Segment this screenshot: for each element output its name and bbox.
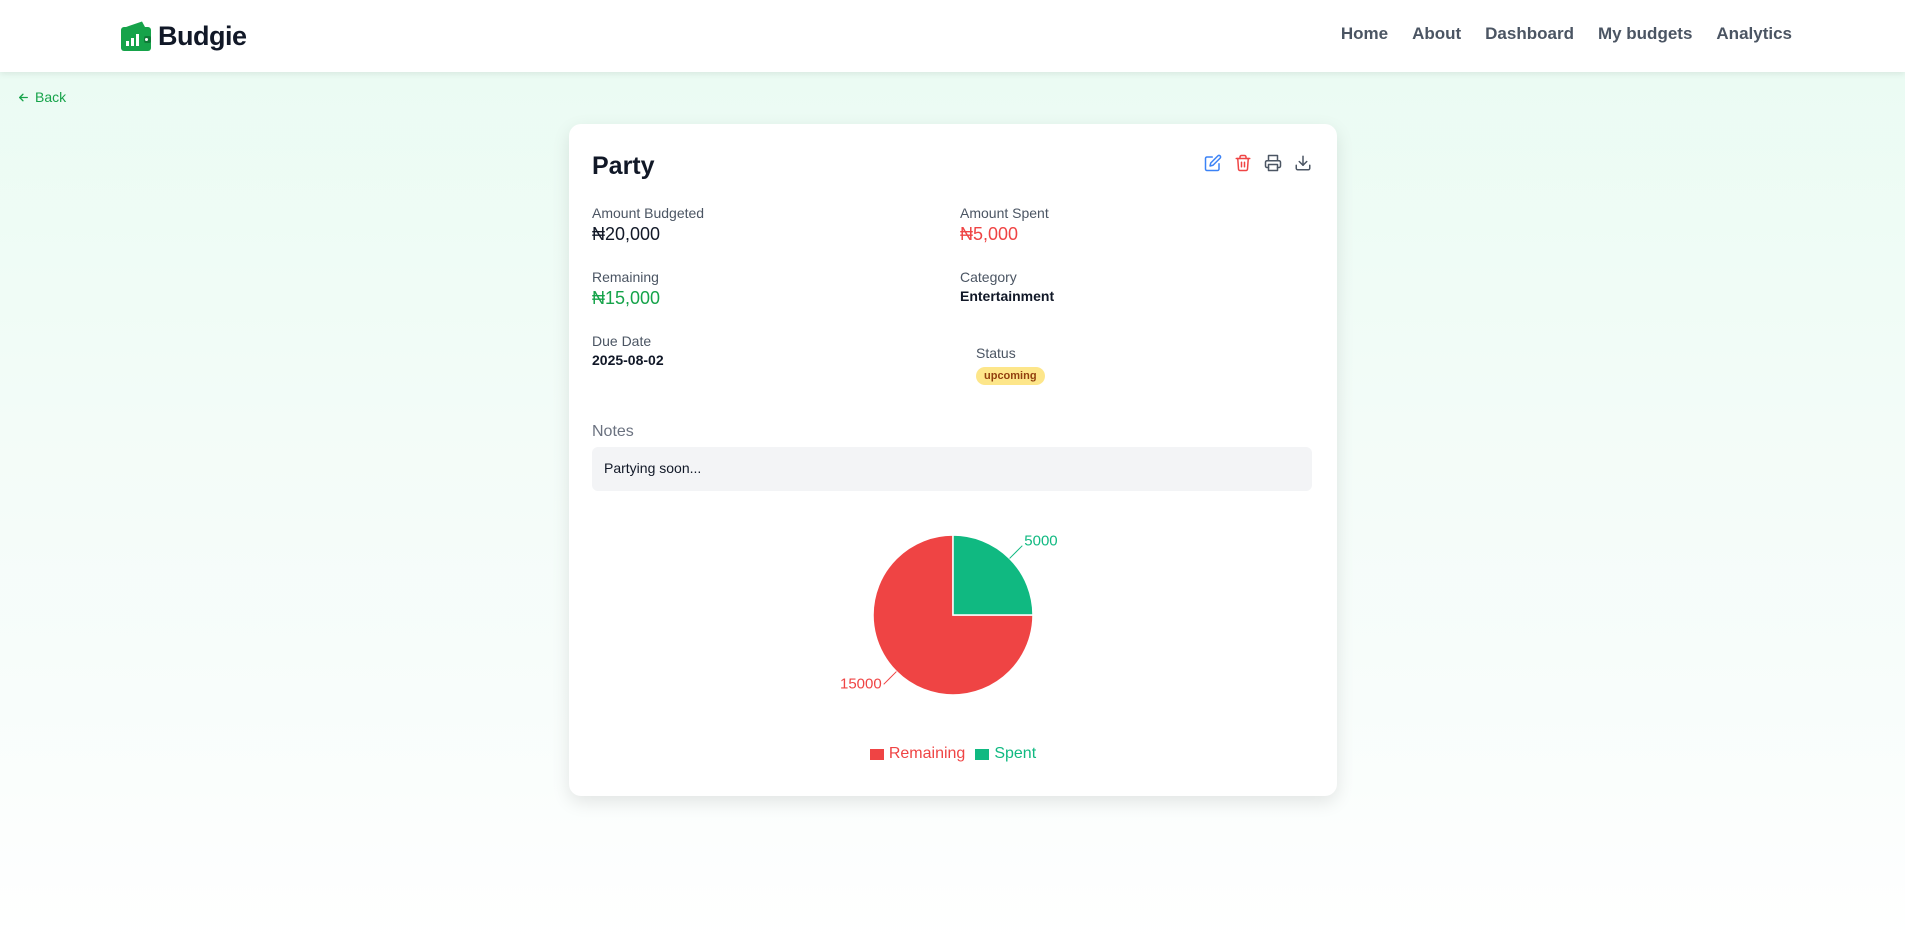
brand-logo-link[interactable]: Budgie — [120, 20, 247, 52]
delete-icon — [1235, 154, 1251, 172]
back-link[interactable]: Back — [17, 89, 66, 105]
legend-label-spent: Spent — [994, 745, 1037, 762]
nav-link-analytics[interactable]: Analytics — [1716, 24, 1792, 44]
amount-spent-label: Amount Spent — [960, 205, 1049, 221]
edit-button[interactable] — [1203, 153, 1223, 173]
arrow-left-icon — [19, 93, 28, 101]
legend-item-remaining[interactable]: Remaining — [869, 745, 966, 763]
due-date-field: Due Date 2025-08-02 — [592, 333, 664, 368]
back-label: Back — [35, 89, 67, 105]
nav-link-dashboard[interactable]: Dashboard — [1485, 24, 1574, 44]
chart-legend: Remaining Spent — [569, 745, 1337, 763]
category-value: Entertainment — [960, 288, 1055, 304]
download-icon — [1295, 155, 1311, 171]
amount-spent-value: ₦5,000 — [960, 224, 1019, 244]
nav-link-my-budgets[interactable]: My budgets — [1598, 24, 1692, 44]
download-button[interactable] — [1293, 153, 1313, 173]
brand-name: Budgie — [158, 20, 247, 51]
category-label: Category — [960, 269, 1017, 285]
pie-data-label-remaining: 15000 — [840, 675, 882, 692]
nav-link-home[interactable]: Home — [1341, 24, 1388, 44]
category-field: Category Entertainment — [960, 269, 1054, 304]
remaining-label: Remaining — [592, 269, 659, 285]
remaining-field: Remaining ₦15,000 — [592, 269, 660, 309]
print-button[interactable] — [1263, 153, 1283, 173]
amount-spent-field: Amount Spent ₦5,000 — [960, 205, 1049, 245]
wallet-chart-logo-icon — [121, 21, 151, 51]
budget-title: Party — [592, 152, 655, 180]
due-date-label: Due Date — [592, 333, 652, 349]
pie-data-label-spent: 5000 — [1024, 533, 1057, 550]
nav-links: Home About Dashboard My budgets Analytic… — [1341, 24, 1792, 44]
notes-label: Notes — [592, 423, 634, 440]
status-field: Status upcoming — [976, 345, 1045, 385]
delete-button[interactable] — [1233, 153, 1253, 173]
print-icon — [1264, 154, 1282, 172]
amount-budgeted-field: Amount Budgeted ₦20,000 — [592, 205, 704, 245]
legend-swatch-remaining — [869, 748, 884, 760]
card-actions — [1203, 153, 1313, 173]
legend-label-remaining: Remaining — [888, 745, 966, 762]
due-date-value: 2025-08-02 — [592, 352, 664, 368]
pie-label-line-spent — [1009, 545, 1023, 559]
budget-detail-card: Party Amount Budgeted ₦20,000 Amount Spe… — [569, 124, 1337, 796]
amount-budgeted-value: ₦20,000 — [592, 224, 661, 244]
legend-item-spent[interactable]: Spent — [975, 745, 1036, 763]
edit-icon — [1204, 154, 1222, 172]
amount-budgeted-label: Amount Budgeted — [592, 205, 705, 221]
pie-label-line-remaining — [883, 671, 897, 685]
notes-box: Partying soon... — [592, 447, 1312, 491]
remaining-value: ₦15,000 — [592, 288, 661, 308]
status-label: Status — [976, 345, 1016, 361]
top-navbar: Budgie Home About Dashboard My budgets A… — [0, 0, 1905, 72]
legend-swatch-spent — [975, 748, 990, 760]
status-badge: upcoming — [976, 367, 1045, 385]
budget-pie-chart: 15000 5000 — [840, 533, 1058, 696]
nav-link-about[interactable]: About — [1412, 24, 1461, 44]
